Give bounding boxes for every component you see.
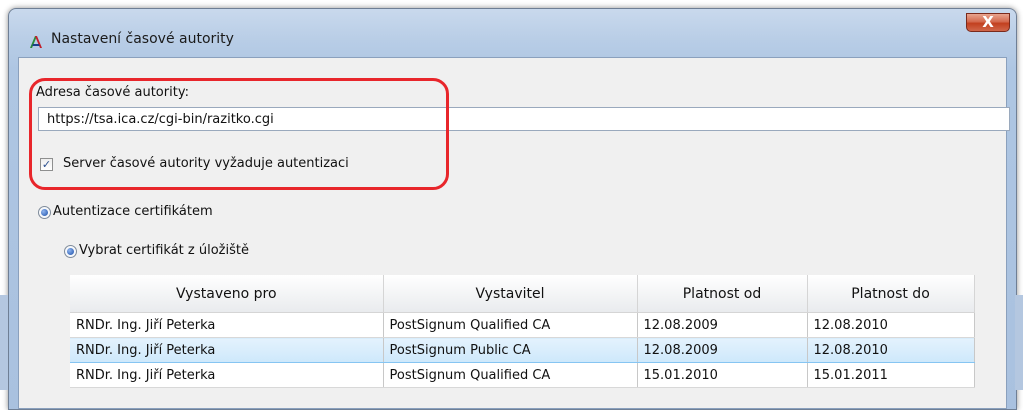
certificate-table: Vystaveno pro Vystavitel Platnost od Pla…	[70, 275, 975, 388]
left-edge-background	[0, 295, 8, 390]
column-header-issued-to[interactable]: Vystaveno pro	[70, 275, 384, 313]
column-header-issuer[interactable]: Vystavitel	[383, 275, 638, 313]
dialog-client-area: Adresa časové autority: https://tsa.ica.…	[18, 57, 1010, 409]
column-header-valid-to[interactable]: Platnost do	[807, 275, 975, 313]
table-header-row: Vystaveno pro Vystavitel Platnost od Pla…	[70, 275, 975, 313]
cell-issued-to: RNDr. Ing. Jiří Peterka	[70, 362, 384, 388]
cert-auth-radio[interactable]	[38, 206, 51, 219]
table-row[interactable]: RNDr. Ing. Jiří Peterka PostSignum Quali…	[70, 362, 975, 388]
window-title: Nastavení časové autority	[51, 31, 234, 47]
table-row[interactable]: RNDr. Ing. Jiří Peterka PostSignum Quali…	[70, 312, 975, 338]
cell-valid-to: 15.01.2011	[807, 362, 975, 388]
cell-issued-to: RNDr. Ing. Jiří Peterka	[70, 337, 384, 363]
cell-valid-to: 12.08.2010	[807, 312, 975, 338]
dialog-window: Nastavení časové autority X Adresa časov…	[8, 8, 1017, 410]
cell-valid-to: 12.08.2010	[807, 337, 975, 363]
table-row-selected[interactable]: RNDr. Ing. Jiří Peterka PostSignum Publi…	[70, 337, 975, 363]
app-logo-icon	[29, 34, 43, 48]
cell-issuer: PostSignum Qualified CA	[383, 362, 638, 388]
cell-issuer: PostSignum Qualified CA	[383, 312, 638, 338]
cell-valid-from: 12.08.2009	[637, 312, 808, 338]
close-button[interactable]: X	[966, 13, 1010, 32]
cell-valid-from: 12.08.2009	[637, 337, 808, 363]
store-cert-radio[interactable]	[64, 245, 77, 258]
cert-auth-label: Autentizace certifikátem	[53, 204, 213, 219]
cell-issuer: PostSignum Public CA	[383, 337, 638, 363]
cell-valid-from: 15.01.2010	[637, 362, 808, 388]
store-cert-label: Vybrat certifikát z úložiště	[79, 243, 249, 258]
title-bar[interactable]: Nastavení časové autority X	[9, 9, 1016, 57]
cell-issued-to: RNDr. Ing. Jiří Peterka	[70, 312, 384, 338]
column-header-valid-from[interactable]: Platnost od	[637, 275, 808, 313]
right-edge-background	[1015, 295, 1023, 390]
red-highlight-annotation	[29, 78, 449, 190]
